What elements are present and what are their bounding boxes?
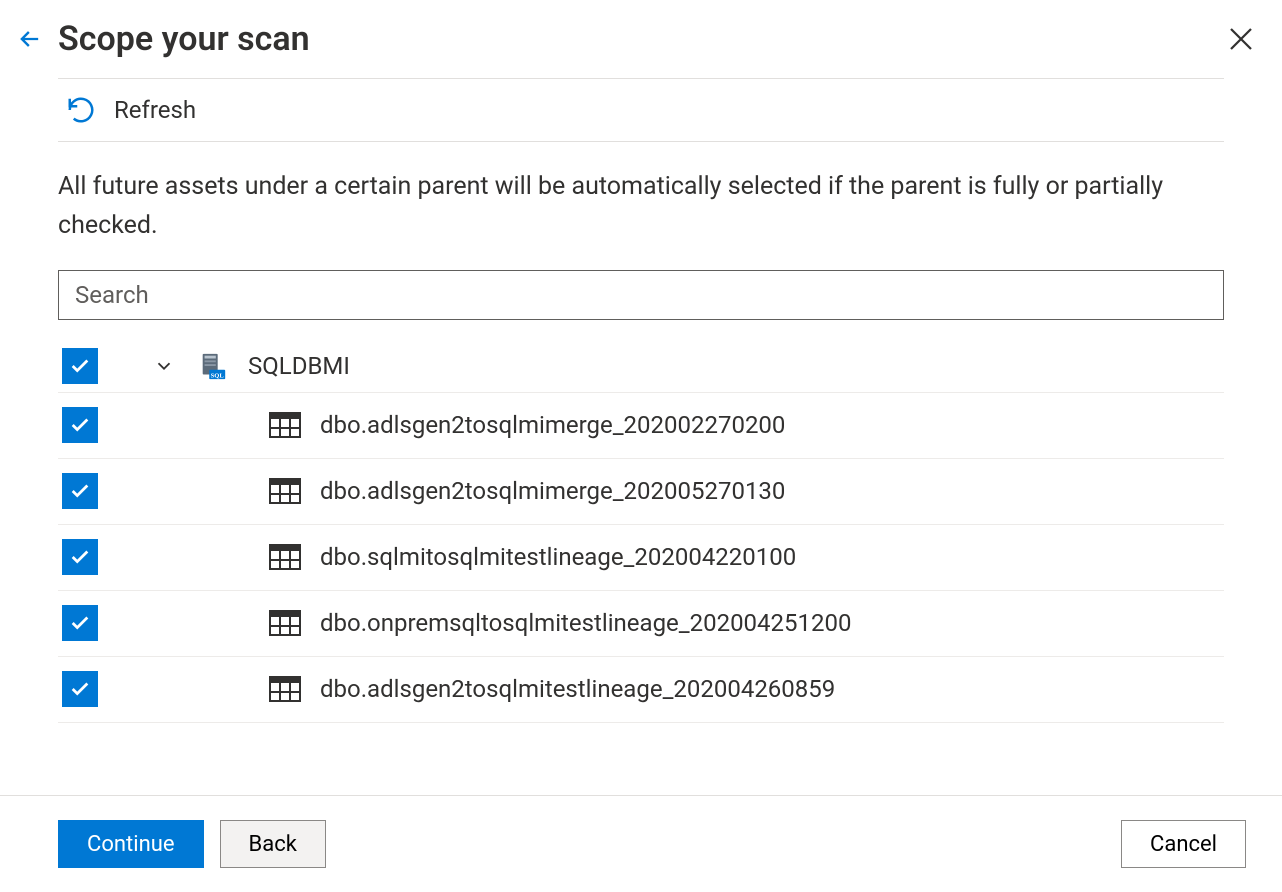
tree-child-label: dbo.adlsgen2tosqlmimerge_202002270200	[320, 411, 785, 439]
tree-root-label: SQLDBMI	[248, 352, 350, 380]
asset-tree: SQL SQLDBMI dbo.adlsgen2tosqlmimerge_202…	[58, 340, 1224, 723]
close-button[interactable]	[1220, 18, 1262, 60]
refresh-label: Refresh	[114, 96, 196, 124]
checkbox-child[interactable]	[62, 407, 98, 443]
chevron-down-icon[interactable]	[150, 355, 178, 377]
description-text: All future assets under a certain parent…	[58, 168, 1224, 246]
tree-child-label: dbo.sqlmitosqlmitestlineage_202004220100	[320, 543, 796, 571]
tree-child-label: dbo.adlsgen2tosqlmitestlineage_202004260…	[320, 675, 835, 703]
checkbox-child[interactable]	[62, 605, 98, 641]
tree-child-row[interactable]: dbo.adlsgen2tosqlmitestlineage_202004260…	[58, 657, 1224, 723]
checkbox-child[interactable]	[62, 671, 98, 707]
sql-server-icon: SQL	[196, 351, 230, 381]
tree-child-row[interactable]: dbo.adlsgen2tosqlmimerge_202005270130	[58, 459, 1224, 525]
tree-child-row[interactable]: dbo.sqlmitosqlmitestlineage_202004220100	[58, 525, 1224, 591]
refresh-button[interactable]: Refresh	[66, 95, 196, 125]
tree-child-label: dbo.onpremsqltosqlmitestlineage_20200425…	[320, 609, 851, 637]
back-arrow-icon[interactable]	[16, 25, 44, 53]
tree-root-row[interactable]: SQL SQLDBMI	[58, 341, 1224, 393]
table-icon	[268, 544, 302, 570]
cancel-button[interactable]: Cancel	[1121, 820, 1246, 868]
refresh-icon	[66, 95, 96, 125]
table-icon	[268, 478, 302, 504]
checkbox-child[interactable]	[62, 539, 98, 575]
tree-child-label: dbo.adlsgen2tosqlmimerge_202005270130	[320, 477, 785, 505]
table-icon	[268, 610, 302, 636]
checkbox-root[interactable]	[62, 348, 98, 384]
svg-text:SQL: SQL	[211, 372, 225, 379]
checkbox-child[interactable]	[62, 473, 98, 509]
search-input[interactable]	[58, 270, 1224, 320]
table-icon	[268, 676, 302, 702]
table-icon	[268, 412, 302, 438]
tree-child-row[interactable]: dbo.adlsgen2tosqlmimerge_202002270200	[58, 393, 1224, 459]
tree-child-row[interactable]: dbo.onpremsqltosqlmitestlineage_20200425…	[58, 591, 1224, 657]
back-button[interactable]: Back	[220, 820, 326, 868]
continue-button[interactable]: Continue	[58, 820, 204, 868]
page-title: Scope your scan	[58, 19, 1220, 59]
